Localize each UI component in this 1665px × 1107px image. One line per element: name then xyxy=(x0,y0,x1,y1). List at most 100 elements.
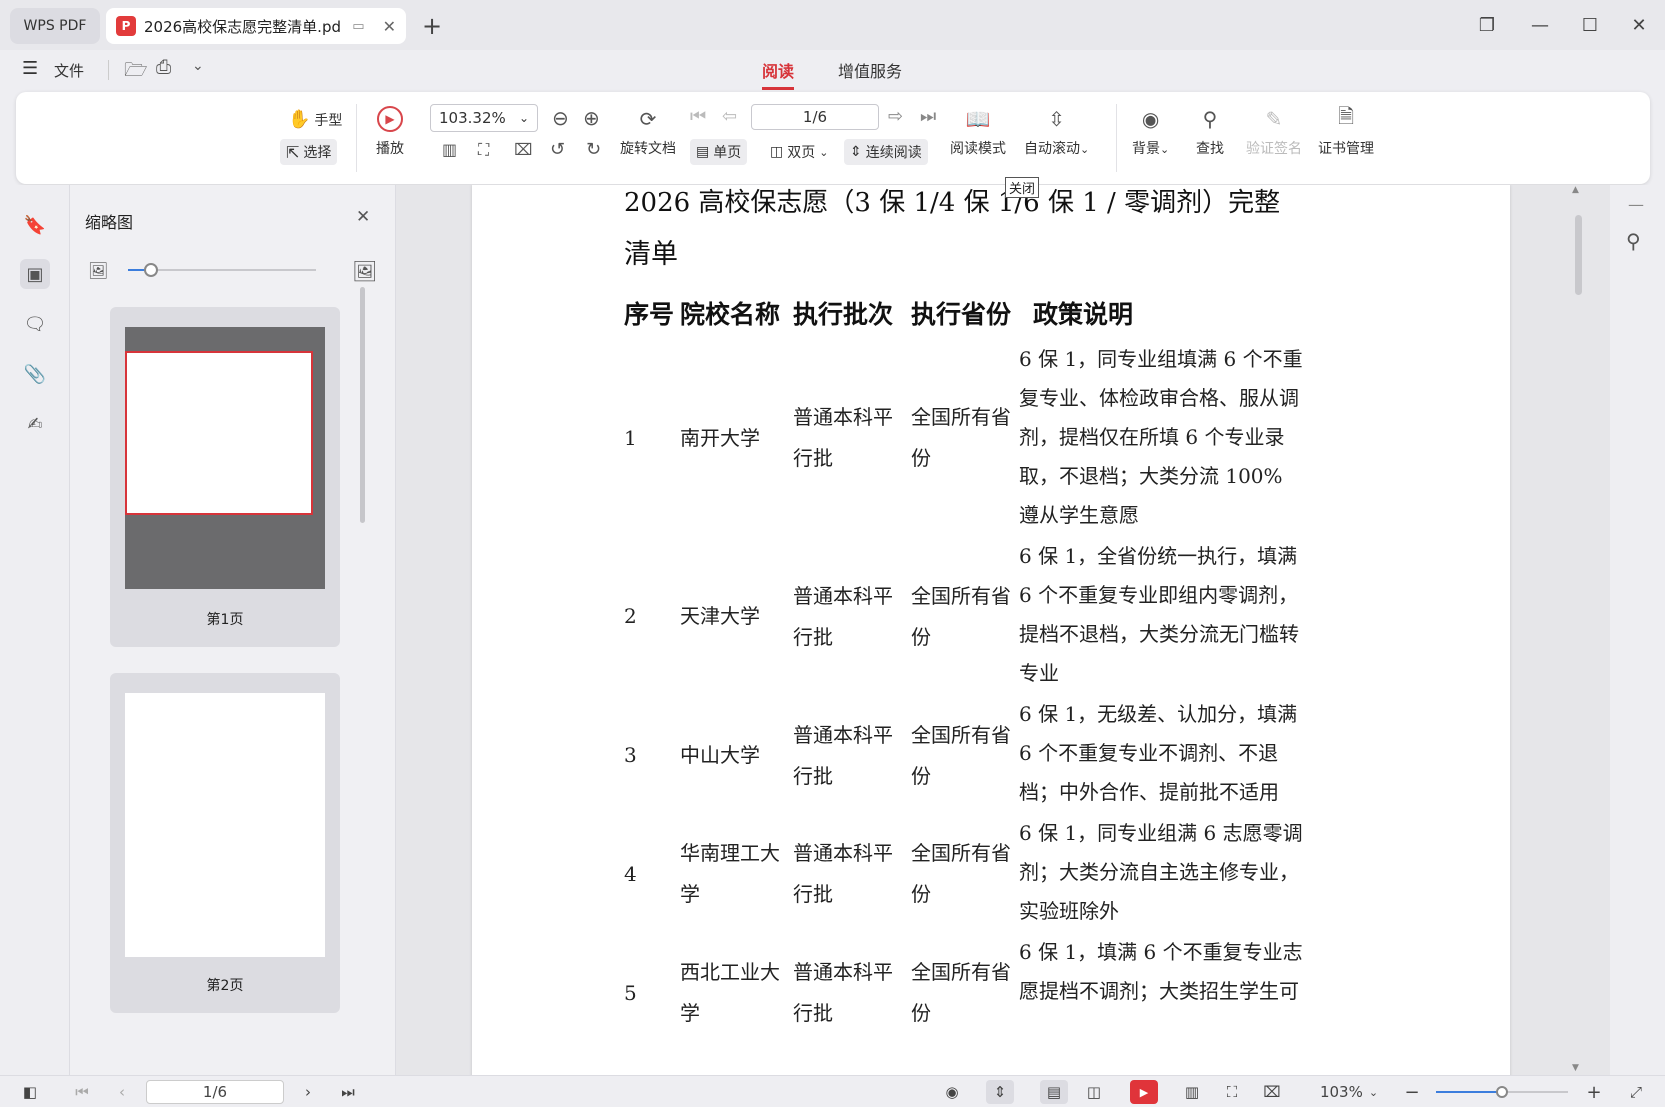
fullscreen-icon[interactable]: ⤢ xyxy=(1624,1080,1648,1104)
double-page-button[interactable]: ◫ 双页 ⌄ xyxy=(764,139,834,165)
zoom-out-button[interactable]: − xyxy=(1402,1080,1422,1104)
rotate-document-button[interactable]: ⟳ 旋转文档 xyxy=(620,106,676,158)
cursor-icon: ⇱ xyxy=(286,142,300,162)
status-page-value: 1/6 xyxy=(202,1083,228,1101)
next-page-icon[interactable]: ⇨ xyxy=(888,106,903,127)
prev-page-icon[interactable]: ⇦ xyxy=(722,106,737,127)
attachment-icon[interactable]: 📎 xyxy=(20,359,50,389)
close-window-button[interactable]: ✕ xyxy=(1622,10,1656,40)
collapse-icon[interactable]: — xyxy=(1628,195,1644,214)
sidebar-toggle-icon[interactable]: ◧ xyxy=(18,1080,42,1104)
verify-signature-button[interactable]: ✎ 验证签名 xyxy=(1246,106,1302,158)
fit-width-icon[interactable]: ▥ xyxy=(442,140,457,159)
status-zoom-select[interactable]: 103% ⌄ xyxy=(1316,1080,1382,1104)
single-page-icon[interactable]: ▤ xyxy=(1040,1080,1068,1104)
auto-scroll-icon: ⇳ xyxy=(1048,107,1065,131)
find-button[interactable]: ⚲ 查找 xyxy=(1196,106,1224,158)
play-button[interactable]: ▶ xyxy=(1130,1080,1158,1104)
read-mode-button[interactable]: 📖 阅读模式 xyxy=(950,106,1006,158)
zoom-out-icon[interactable]: ⊖ xyxy=(552,106,569,130)
thumbnail-page-2[interactable]: 第2页 xyxy=(110,673,340,1013)
table-row-no: 4 xyxy=(624,862,637,886)
prev-page-icon[interactable]: ‹ xyxy=(110,1080,134,1104)
certificate-manage-button[interactable]: 🗎 证书管理 xyxy=(1318,104,1374,158)
status-page-input[interactable]: 1/6 xyxy=(146,1080,284,1104)
scroll-up-icon[interactable]: ▲ xyxy=(1572,185,1579,195)
auto-scroll-button[interactable]: ⇳ 自动滚动⌄ xyxy=(1024,106,1089,158)
thumbnail-icon[interactable]: ▣ xyxy=(20,259,50,289)
print-icon[interactable]: ⎙ xyxy=(156,56,171,78)
zoom-select[interactable]: 103.32% ⌄ xyxy=(430,104,538,132)
comment-icon[interactable]: 🗨 xyxy=(20,309,50,339)
select-tool-button[interactable]: ⇱ 选择 xyxy=(280,139,338,165)
new-tab-button[interactable]: + xyxy=(422,12,442,40)
page-input[interactable]: 1/6 xyxy=(751,104,879,130)
thumbnail-scrollbar[interactable] xyxy=(360,287,365,523)
thumbnail-size-slider[interactable] xyxy=(128,263,316,277)
first-page-icon[interactable]: ⏮ xyxy=(690,106,706,127)
play-button[interactable]: ▶ 播放 xyxy=(376,106,404,158)
document-tab[interactable]: P 2026高校保志愿完整清单.pd ▭ ✕ xyxy=(106,8,406,44)
table-row-school: 南开大学 xyxy=(680,426,760,450)
maximize-button[interactable]: ☐ xyxy=(1573,10,1607,40)
table-row-no: 1 xyxy=(624,426,637,450)
fit-width-icon[interactable]: ▥ xyxy=(1180,1080,1204,1104)
menu-icon[interactable]: ☰ xyxy=(22,58,38,79)
hand-tool-button[interactable]: ✋ 手型 xyxy=(282,106,348,133)
pdf-icon: P xyxy=(116,16,136,36)
close-tab-icon[interactable]: ✕ xyxy=(383,17,396,36)
first-page-icon[interactable]: ⏮ xyxy=(70,1080,94,1104)
tab-value-added[interactable]: 增值服务 xyxy=(838,58,902,90)
continuous-icon[interactable]: ⇕ xyxy=(986,1080,1014,1104)
open-folder-icon[interactable]: 🗁 xyxy=(124,56,148,88)
thumbnail-preview xyxy=(125,693,325,957)
fit-page-icon[interactable]: ⛶ xyxy=(478,140,489,160)
small-image-icon[interactable]: 🖼 xyxy=(88,261,108,280)
crop-icon[interactable]: ⌧ xyxy=(1260,1080,1284,1104)
last-page-icon[interactable]: ⏭ xyxy=(920,106,936,127)
rotate-document-icon: ⟳ xyxy=(639,107,657,131)
file-menu[interactable]: 文件 xyxy=(54,60,84,81)
zoom-in-button[interactable]: + xyxy=(1584,1080,1604,1104)
monitor-icon: ▭ xyxy=(352,18,365,34)
table-row-province: 全国所有省份 xyxy=(911,841,1011,906)
minimize-button[interactable]: — xyxy=(1523,10,1557,40)
crop-icon[interactable]: ⌧ xyxy=(514,140,532,159)
tab-read[interactable]: 阅读 xyxy=(762,58,795,90)
search-icon[interactable]: ⚲ xyxy=(1626,229,1641,253)
background-button[interactable]: ◉ 背景⌄ xyxy=(1132,106,1169,158)
document-title: 2026 高校保志愿（3 保 1/4 保 1/6 保 1 / 零调剂）完整 清单 xyxy=(624,185,1344,281)
scroll-down-icon[interactable]: ▼ xyxy=(1572,1063,1579,1073)
slider-handle[interactable] xyxy=(1496,1086,1508,1098)
slider-handle[interactable] xyxy=(144,263,158,277)
table-row-province: 全国所有省份 xyxy=(911,960,1011,1025)
single-page-button[interactable]: ▤ 单页 xyxy=(690,139,748,165)
rotate-left-icon[interactable]: ↺ xyxy=(550,139,565,160)
continuous-icon: ⇕ xyxy=(850,144,862,160)
auto-scroll-text: 自动滚动⌄ xyxy=(1024,138,1089,158)
double-page-icon[interactable]: ◫ xyxy=(1080,1080,1108,1104)
rotate-doc-label: 旋转文档 xyxy=(620,141,676,157)
pen-sign-icon: ✎ xyxy=(1265,107,1283,131)
close-icon[interactable]: ✕ xyxy=(356,207,370,227)
ribbon-toolbar: ✋ 手型 ⇱ 选择 ▶ 播放 103.32% ⌄ ⊖ ⊕ ▥ ⛶ ⌧ ↺ ↻ ⟳ 旋转… xyxy=(16,92,1650,184)
last-page-icon[interactable]: ⏭ xyxy=(336,1080,360,1104)
large-image-icon[interactable]: 🖼 xyxy=(352,259,377,283)
zoom-value: 103.32% xyxy=(439,109,506,127)
next-page-icon[interactable]: › xyxy=(296,1080,320,1104)
zoom-slider[interactable] xyxy=(1436,1086,1568,1098)
restore-icon[interactable]: ❐ xyxy=(1470,10,1504,40)
eye-icon[interactable]: ◉ xyxy=(940,1080,964,1104)
chevron-down-icon[interactable]: ⌄ xyxy=(192,58,204,74)
rotate-right-icon[interactable]: ↻ xyxy=(586,139,601,160)
app-tab[interactable]: WPS PDF xyxy=(10,8,100,44)
document-scrollbar[interactable] xyxy=(1575,215,1582,295)
signature-icon[interactable]: ✍ xyxy=(20,409,50,439)
cert-manage-label: 证书管理 xyxy=(1318,141,1374,157)
thumbnail-page-1[interactable]: 第1页 xyxy=(110,307,340,647)
zoom-in-icon[interactable]: ⊕ xyxy=(583,106,600,130)
continuous-read-button[interactable]: ⇕ 连续阅读 xyxy=(844,139,928,165)
document-area: 2026 高校保志愿（3 保 1/4 保 1/6 保 1 / 零调剂）完整 清单… xyxy=(396,185,1610,1075)
fit-page-icon[interactable]: ⛶ xyxy=(1220,1080,1244,1104)
bookmark-icon[interactable]: 🔖 xyxy=(20,210,50,240)
